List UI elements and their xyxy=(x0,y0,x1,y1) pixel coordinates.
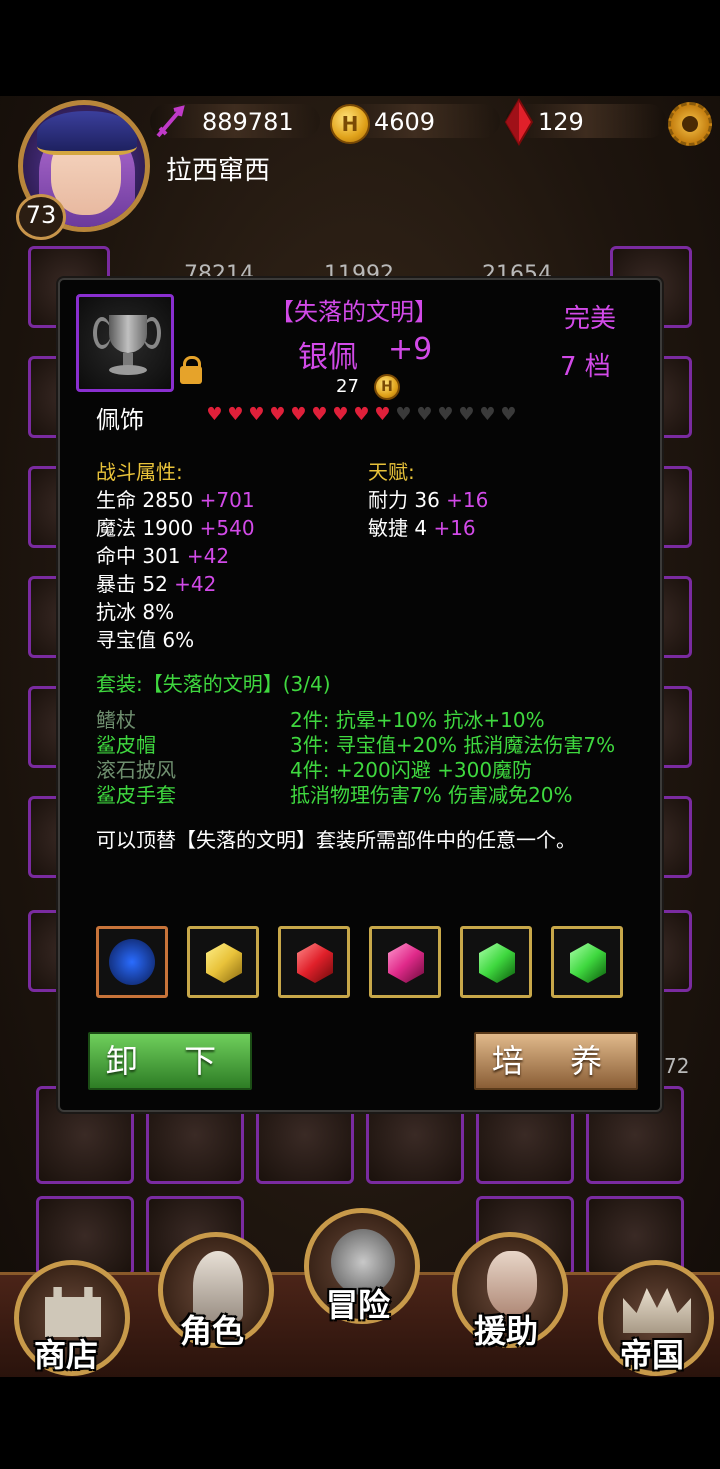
set-bonus: 抵消物理伤害7% 伤害减免20% xyxy=(290,783,573,807)
empty-heart-icon: ♥ xyxy=(500,404,517,425)
crown-icon xyxy=(623,1288,691,1333)
green-gem-icon xyxy=(570,943,606,983)
combat-stat: 寻宝值 6% xyxy=(96,628,195,652)
filled-heart-icon: ♥ xyxy=(227,404,244,425)
combat-stat: 魔法 1900 +540 xyxy=(96,516,255,540)
empty-heart-icon: ♥ xyxy=(416,404,433,425)
item-description: 可以顶替【失落的文明】套装所需部件中的任意一个。 xyxy=(96,828,576,852)
filled-heart-icon: ♥ xyxy=(311,404,328,425)
filled-heart-icon: ♥ xyxy=(290,404,307,425)
combat-stats-title: 战斗属性: xyxy=(96,460,183,484)
gold-coin-icon: H xyxy=(374,374,400,400)
nav-adventure-label: 冒险 xyxy=(326,1286,391,1324)
item-enhance-level: +9 xyxy=(388,332,433,367)
level-badge: 73 xyxy=(16,194,66,240)
power-value: 889781 xyxy=(202,108,294,136)
lock-icon[interactable] xyxy=(180,356,202,384)
combat-stat: 生命 2850 +701 xyxy=(96,488,255,512)
gem-slot[interactable] xyxy=(278,926,350,998)
yellow-gem-icon xyxy=(206,943,242,983)
bg-side-number: 72 xyxy=(664,1054,690,1078)
talent-stat: 耐力 36 +16 xyxy=(368,488,489,512)
item-icon-frame xyxy=(76,294,174,392)
nav-shop-label: 商店 xyxy=(34,1336,99,1374)
gem-value: 129 xyxy=(538,108,584,136)
gold-coin-icon: H xyxy=(330,104,370,144)
item-tier: 7 档 xyxy=(560,352,611,382)
talent-title: 天赋: xyxy=(368,460,415,484)
empty-heart-icon: ♥ xyxy=(458,404,475,425)
nav-support-label: 援助 xyxy=(474,1312,539,1350)
item-set-name: 【失落的文明】 xyxy=(270,298,438,326)
item-type: 佩饰 xyxy=(96,406,144,434)
talent-stat: 敏捷 4 +16 xyxy=(368,516,476,540)
filled-heart-icon: ♥ xyxy=(332,404,349,425)
set-title: 套装:【失落的文明】(3/4) xyxy=(96,672,331,696)
item-price: 27 xyxy=(336,376,359,397)
cup-base xyxy=(109,365,147,375)
filled-heart-icon: ♥ xyxy=(248,404,265,425)
star-rating: ♥ ♥ ♥ ♥ ♥ ♥ ♥ ♥ ♥ ♥ ♥ ♥ ♥ ♥ ♥ xyxy=(204,404,519,425)
cultivate-button[interactable]: 培 养 xyxy=(474,1032,638,1090)
avatar-hat xyxy=(37,111,137,155)
gem-slot[interactable] xyxy=(187,926,259,998)
nav-empire-label: 帝国 xyxy=(620,1336,685,1374)
unequip-button[interactable]: 卸 下 xyxy=(88,1032,252,1090)
gem-slot[interactable] xyxy=(369,926,441,998)
sword-icon xyxy=(156,105,185,138)
empty-heart-icon: ♥ xyxy=(479,404,496,425)
gem-slot[interactable] xyxy=(551,926,623,998)
combat-stat: 抗冰 8% xyxy=(96,600,175,624)
combat-stat: 命中 301 +42 xyxy=(96,544,230,568)
filled-heart-icon: ♥ xyxy=(206,404,223,425)
green-gem-icon xyxy=(479,943,515,983)
gold-value: 4609 xyxy=(374,108,436,136)
gem-slot[interactable] xyxy=(96,926,168,998)
combat-stat: 暴击 52 +42 xyxy=(96,572,217,596)
filled-heart-icon: ♥ xyxy=(269,404,286,425)
item-name: 银佩 xyxy=(298,340,358,375)
filled-heart-icon: ♥ xyxy=(353,404,370,425)
gem-slot[interactable] xyxy=(460,926,532,998)
red-gem-icon xyxy=(297,943,333,983)
item-detail-dialog: 【失落的文明】 银佩 +9 完美 7 档 27 H 佩饰 ♥ ♥ ♥ ♥ ♥ ♥ ♥ ♥ ♥ ♥ ♥… xyxy=(58,278,662,1112)
item-quality: 完美 xyxy=(564,304,617,334)
settings-gear-icon[interactable] xyxy=(668,102,712,146)
empty-heart-icon: ♥ xyxy=(395,404,412,425)
player-name: 拉西窜西 xyxy=(166,156,271,186)
filled-heart-icon: ♥ xyxy=(374,404,391,425)
red-crystal-icon xyxy=(504,98,534,146)
empty-heart-icon: ♥ xyxy=(437,404,454,425)
set-piece: 鲨皮手套 xyxy=(96,783,176,807)
nav-character-label: 角色 xyxy=(180,1312,245,1350)
pink-gem-icon xyxy=(388,943,424,983)
blue-rune-icon xyxy=(109,939,155,985)
silver-cup-icon xyxy=(109,315,147,353)
